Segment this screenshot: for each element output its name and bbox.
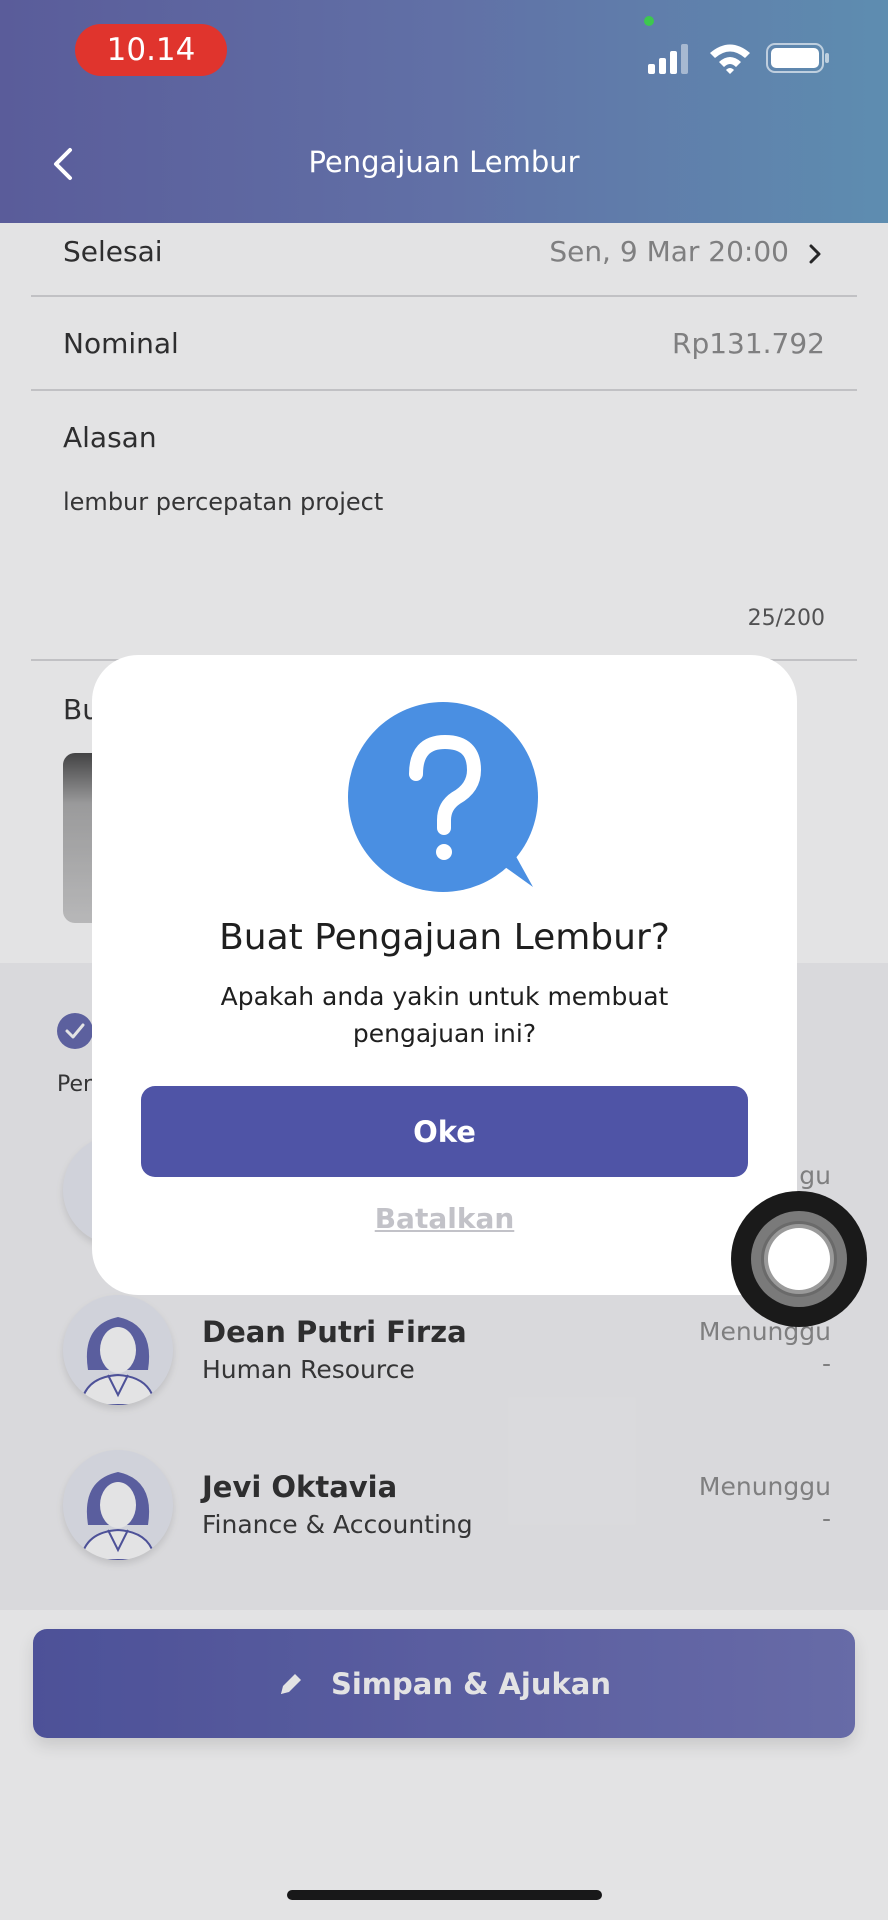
privacy-indicator-dot	[644, 16, 654, 26]
dialog-message: Apakah anda yakin untuk membuat pengajua…	[220, 982, 669, 1048]
cancel-link[interactable]: Batalkan	[92, 1202, 797, 1235]
wifi-icon	[710, 44, 750, 74]
page-title: Pengajuan Lembur	[308, 145, 580, 179]
cellular-signal-icon	[648, 44, 688, 74]
dialog-title: Buat Pengajuan Lembur?	[219, 917, 670, 958]
battery-icon	[766, 43, 829, 73]
status-time: 10.14	[75, 24, 227, 76]
question-bubble-icon	[348, 702, 538, 892]
assistive-touch-button[interactable]	[731, 1191, 867, 1327]
confirmation-dialog: Buat Pengajuan Lembur? Apakah anda yakin…	[92, 655, 797, 1295]
ok-button[interactable]: Oke	[141, 1086, 748, 1177]
app-header: 10.14 Pengajuan Lembur	[0, 0, 888, 223]
